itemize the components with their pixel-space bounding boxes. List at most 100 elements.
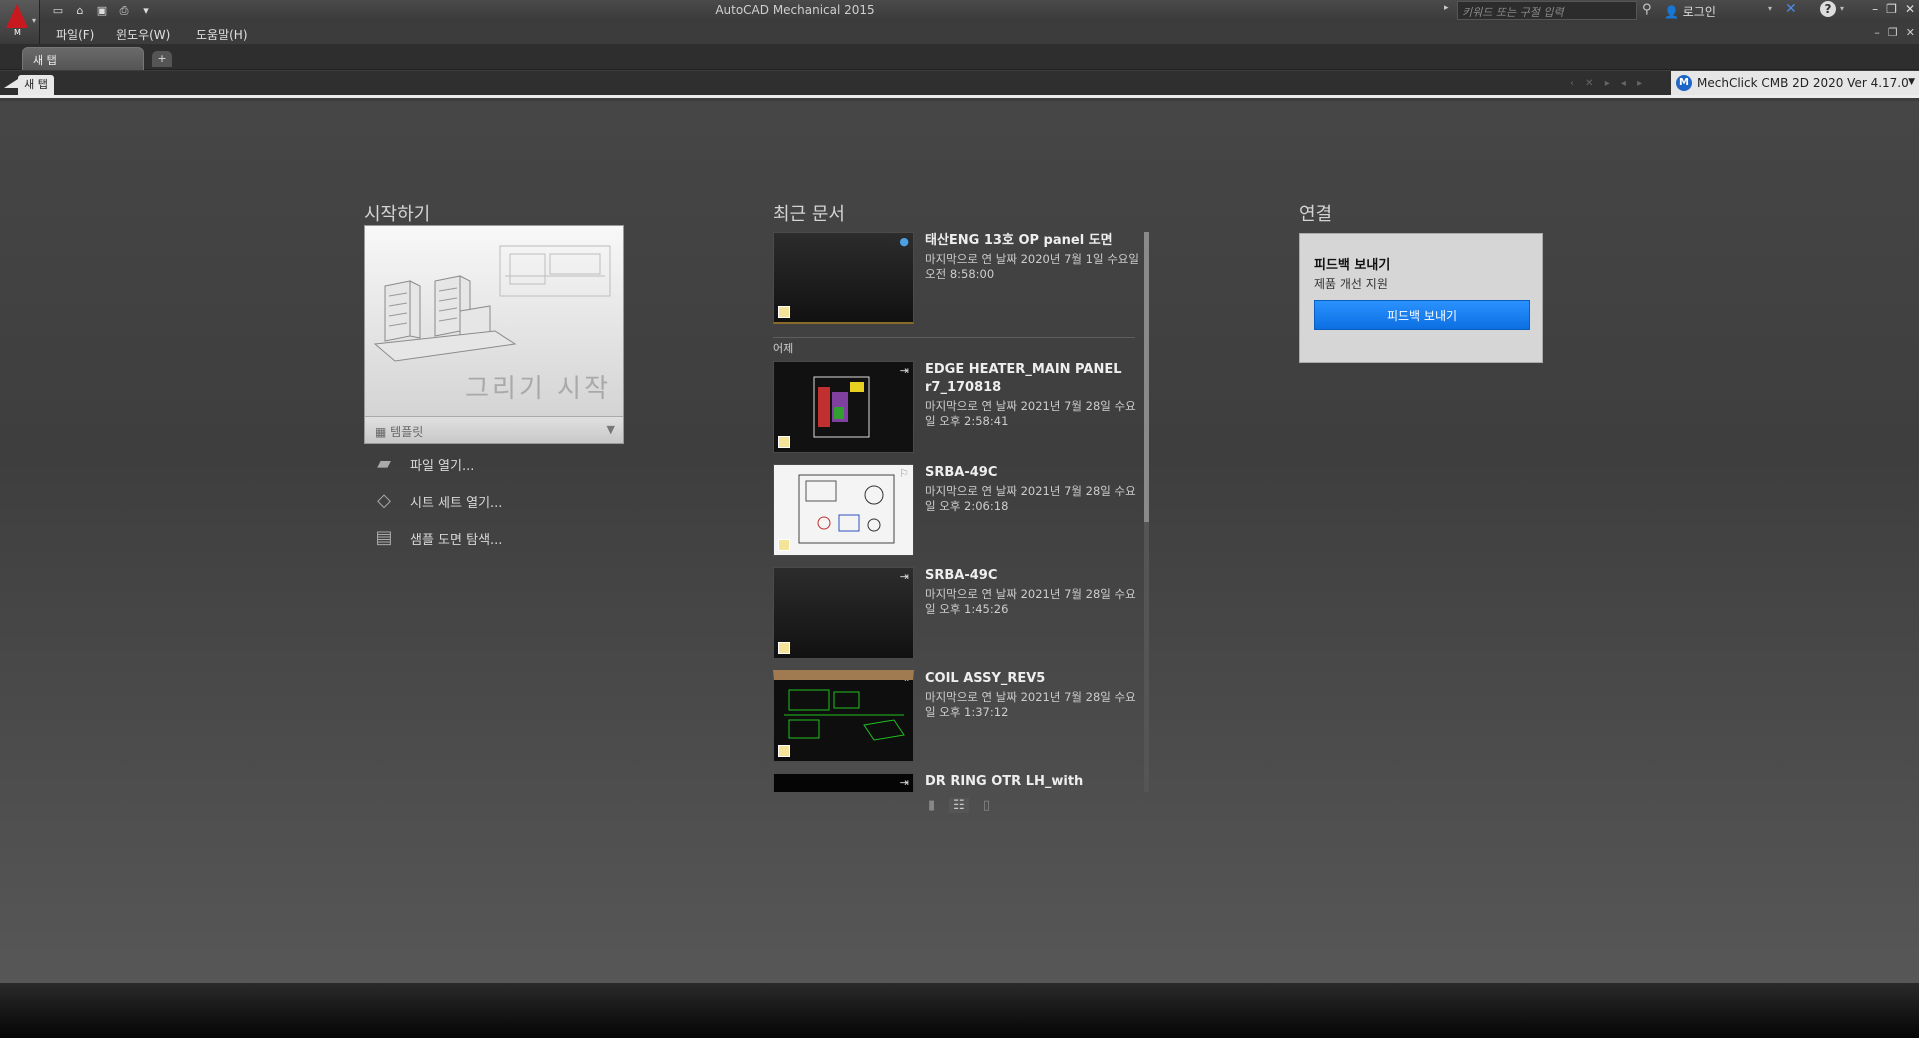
pin-icon[interactable]: ⇥ bbox=[900, 776, 909, 789]
large-icons-view-icon[interactable]: ▮ bbox=[928, 798, 935, 813]
tab-edge bbox=[4, 79, 18, 88]
open-file-link[interactable]: ▰ 파일 열기... bbox=[370, 450, 474, 478]
recent-item-name: SRBA-49C bbox=[925, 465, 998, 480]
template-icon: ▦ bbox=[375, 425, 387, 439]
dwg-file-icon bbox=[778, 306, 790, 318]
document-thumbnail: ⇥ bbox=[773, 567, 914, 659]
login-dropdown-icon[interactable]: ▾ bbox=[1768, 4, 1772, 13]
yesterday-group-label: 어제 bbox=[773, 337, 1135, 356]
search-expand-icon[interactable]: ▸ bbox=[1444, 3, 1449, 13]
recent-item[interactable]: ⇥ DR RING OTR LH_with bbox=[773, 773, 1143, 792]
window-controls: – ❐ ✕ bbox=[1872, 2, 1915, 16]
dwg-file-icon bbox=[778, 642, 790, 654]
pin-icon[interactable]: ⇥ bbox=[900, 570, 909, 583]
exchange-apps-icon[interactable]: ✕ bbox=[1785, 1, 1797, 17]
recent-item-meta: 마지막으로 연 날짜 2020년 7월 1일 수요일 오전 8:58:00 bbox=[925, 252, 1139, 281]
restore-icon[interactable]: ❐ bbox=[1886, 2, 1897, 16]
recent-item[interactable]: ● 태산ENG 13호 OP panel 도면 마지막으로 연 날짜 2020년… bbox=[773, 232, 1143, 326]
browse-samples-link[interactable]: ▤ 샘플 도면 탐색... bbox=[370, 524, 502, 552]
sample-drawing-icon: ▤ bbox=[375, 527, 393, 548]
binoculars-icon[interactable]: ⚲ bbox=[1642, 2, 1652, 17]
mechclick-label: MechClick CMB 2D 2020 Ver 4.17.0 bbox=[1697, 76, 1909, 90]
doc-close-icon[interactable]: ✕ bbox=[1906, 26, 1915, 39]
browse-samples-label: 샘플 도면 탐색... bbox=[410, 532, 503, 548]
recent-item[interactable]: ⚐ SRBA-49C 마지막으로 연 날짜 2021년 7월 28일 수요일 오… bbox=[773, 464, 1143, 558]
recent-item-meta: 마지막으로 연 날짜 2021년 7월 28일 수요일 오후 2:58:41 bbox=[925, 399, 1136, 428]
dwg-file-icon bbox=[778, 436, 790, 448]
document-thumbnail: ● bbox=[773, 232, 914, 324]
view-mode-buttons: ▮ ☷ ▯ bbox=[928, 798, 990, 813]
template-dropdown-icon: ▼ bbox=[606, 423, 615, 436]
template-dropdown[interactable]: ▦ 템플릿 ▼ bbox=[365, 416, 623, 443]
help-dropdown-icon[interactable]: ▾ bbox=[1840, 4, 1844, 13]
list-view-icon[interactable]: ▯ bbox=[983, 798, 990, 813]
document-tab-bar: 새 탭 ‹ ✕ ▸ ◂ ▸ M MechClick CMB 2D 2020 Ve… bbox=[0, 71, 1919, 98]
mechanical-badge-icon: M bbox=[14, 28, 21, 37]
title-bar: ▭ ⌂ ▣ ⎙ ▾ AutoCAD Mechanical 2015 ▸ 키워드 … bbox=[0, 0, 1919, 22]
recent-documents-list[interactable]: ● 태산ENG 13호 OP panel 도면 마지막으로 연 날짜 2020년… bbox=[773, 230, 1150, 792]
app-menu-dropdown-icon: ▾ bbox=[32, 16, 37, 25]
add-tab-button[interactable]: + bbox=[152, 51, 172, 67]
dwg-file-icon bbox=[778, 745, 790, 757]
mechclick-plugin-bar[interactable]: M MechClick CMB 2D 2020 Ver 4.17.0 ▼ bbox=[1671, 71, 1919, 95]
recent-item-name: COIL ASSY_REV5 bbox=[925, 671, 1046, 686]
menu-window[interactable]: 윈도우(W) bbox=[116, 26, 170, 43]
recent-item-name: SRBA-49C bbox=[925, 568, 998, 583]
recent-item[interactable]: ⇥ COIL ASSY_REV5 마지막으로 연 날짜 2021년 7월 28일… bbox=[773, 670, 1143, 764]
recent-item[interactable]: ⇥ SRBA-49C 마지막으로 연 날짜 2021년 7월 28일 수요일 오… bbox=[773, 567, 1143, 661]
login-button[interactable]: 👤 로그인 bbox=[1664, 3, 1716, 20]
pin-icon[interactable]: ⚐ bbox=[899, 467, 909, 480]
folder-icon: ▰ bbox=[377, 453, 391, 474]
autocad-logo-icon bbox=[6, 4, 28, 28]
search-input[interactable]: 키워드 또는 구절 입력 bbox=[1457, 1, 1637, 20]
drawing-preview-icon bbox=[813, 376, 870, 438]
recent-scrollbar-thumb[interactable] bbox=[1144, 232, 1149, 522]
pin-icon[interactable]: ⇥ bbox=[900, 680, 909, 685]
detail-view-icon[interactable]: ☷ bbox=[949, 798, 969, 813]
recent-item[interactable]: ⇥ EDGE HEATER_MAIN PANEL r7_170818 마지막으로… bbox=[773, 361, 1143, 455]
open-sheet-set-label: 시트 세트 열기... bbox=[410, 495, 503, 511]
menu-file[interactable]: 파일(F) bbox=[56, 26, 94, 43]
document-thumbnail: ⇥ bbox=[773, 773, 914, 792]
open-sheet-set-link[interactable]: ◇ 시트 세트 열기... bbox=[370, 487, 502, 515]
application-menu-button[interactable]: M ▾ bbox=[0, 0, 40, 44]
pin-icon[interactable]: ⇥ bbox=[900, 364, 909, 377]
doc-restore-icon[interactable]: ❐ bbox=[1888, 26, 1898, 39]
cloud-icon: ● bbox=[899, 235, 909, 248]
send-feedback-button[interactable]: 피드백 보내기 bbox=[1314, 300, 1530, 330]
recent-item-meta: 마지막으로 연 날짜 2021년 7월 28일 수요일 오후 1:37:12 bbox=[925, 690, 1136, 719]
help-icon[interactable]: ? bbox=[1820, 1, 1836, 17]
menu-bar: 파일(F) 윈도우(W) 도움말(H) – ❐ ✕ bbox=[40, 22, 1919, 44]
start-drawing-card[interactable]: 그리기 시작 ▦ 템플릿 ▼ bbox=[364, 225, 624, 444]
mechclick-dropdown-icon[interactable]: ▼ bbox=[1908, 77, 1915, 87]
template-label: 템플릿 bbox=[390, 425, 424, 439]
feedback-card: 피드백 보내기 제품 개선 지원 피드백 보내기 bbox=[1299, 233, 1543, 363]
dwg-file-icon bbox=[778, 539, 790, 551]
menu-help[interactable]: 도움말(H) bbox=[196, 26, 248, 43]
minimize-icon[interactable]: – bbox=[1872, 2, 1878, 16]
recent-item-name: DR RING OTR LH_with bbox=[925, 774, 1084, 789]
start-section-title: 시작하기 bbox=[364, 204, 431, 225]
file-tab-new[interactable]: 새 탭 bbox=[22, 47, 144, 70]
recent-item-name: 태산ENG 13호 OP panel 도면 bbox=[925, 233, 1113, 248]
login-label: 로그인 bbox=[1682, 5, 1716, 19]
connect-section-title: 연결 bbox=[1299, 204, 1333, 225]
doc-minimize-icon[interactable]: – bbox=[1874, 26, 1880, 39]
document-thumbnail: ⚐ bbox=[773, 464, 914, 556]
drawing-preview-icon bbox=[784, 689, 905, 741]
feedback-title: 피드백 보내기 bbox=[1314, 258, 1391, 273]
drawing-preview-icon bbox=[798, 474, 895, 544]
mechclick-logo-icon: M bbox=[1676, 75, 1692, 91]
doc-tab-new[interactable]: 새 탭 bbox=[18, 75, 54, 95]
document-thumbnail: ⇥ bbox=[773, 670, 914, 762]
window-title: AutoCAD Mechanical 2015 bbox=[715, 3, 875, 17]
recent-item-name: EDGE HEATER_MAIN PANEL r7_170818 bbox=[925, 362, 1122, 395]
status-bar bbox=[0, 983, 1919, 1038]
recent-item-meta: 마지막으로 연 날짜 2021년 7월 28일 수요일 오후 2:06:18 bbox=[925, 484, 1136, 513]
sheet-set-icon: ◇ bbox=[377, 490, 391, 511]
start-drawing-label: 그리기 시작 bbox=[465, 374, 611, 404]
open-file-label: 파일 열기... bbox=[410, 458, 475, 474]
file-tab-bar: 새 탭 + bbox=[0, 44, 1919, 70]
close-icon[interactable]: ✕ bbox=[1905, 2, 1915, 16]
feedback-subtitle: 제품 개선 지원 bbox=[1314, 277, 1388, 291]
